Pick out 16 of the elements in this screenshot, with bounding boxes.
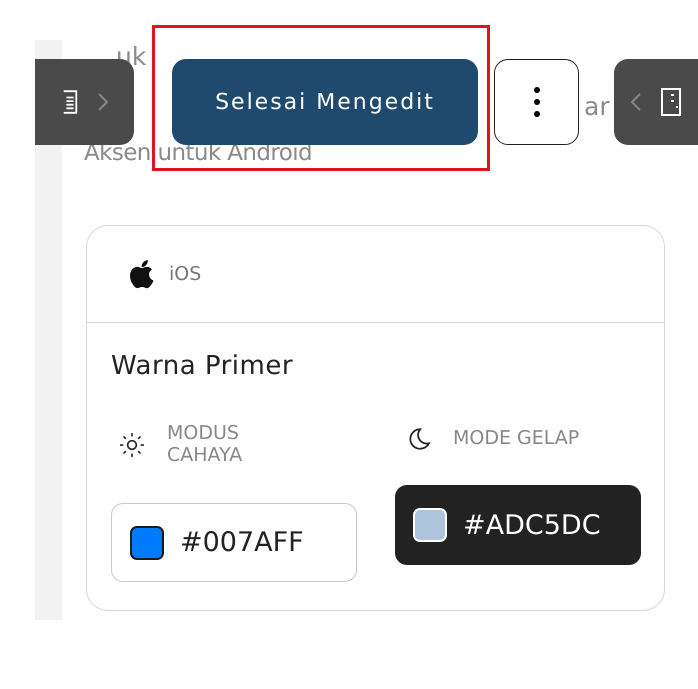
platform-label: iOS	[169, 263, 202, 285]
section-title: Warna Primer	[111, 351, 294, 381]
document-icon	[60, 88, 78, 116]
more-icon	[532, 86, 540, 118]
more-button[interactable]	[494, 59, 579, 145]
mode-label: MODE GELAP	[453, 428, 580, 450]
sun-icon	[119, 432, 145, 458]
paragraph-fragment: ar	[584, 92, 610, 121]
chevron-left-icon	[630, 92, 642, 112]
side-tab[interactable]	[614, 59, 698, 145]
color-field[interactable]: #ADC5DC	[395, 485, 641, 565]
color-field[interactable]: #007AFF	[111, 503, 357, 582]
grid-icon	[660, 86, 682, 118]
chevron-right-icon	[96, 92, 108, 112]
mode-label: MODUS CAHAYA	[167, 423, 244, 467]
done-button[interactable]: Selesai Mengedit	[172, 59, 478, 145]
